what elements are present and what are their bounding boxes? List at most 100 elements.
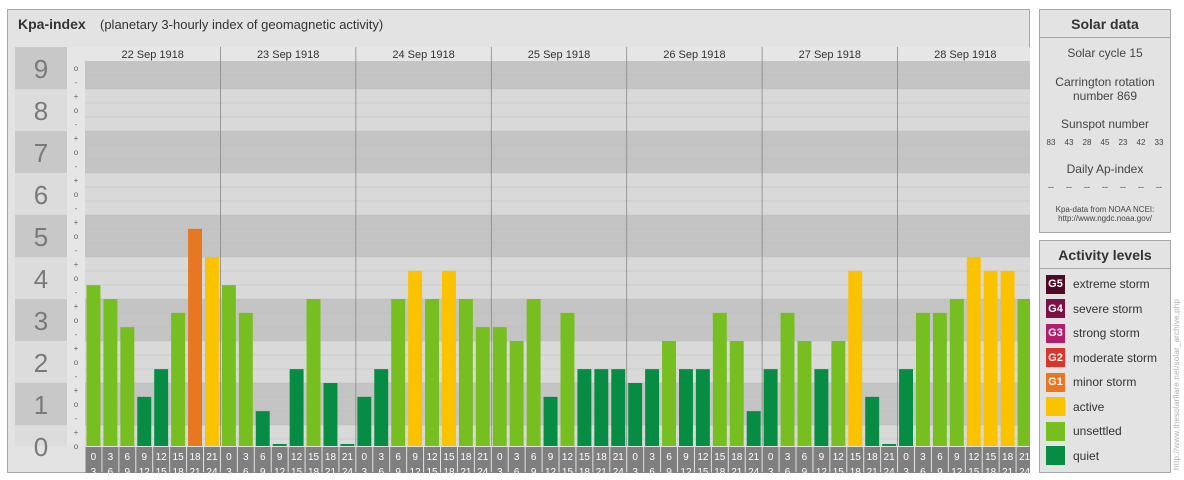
interval-end-label: 9	[937, 467, 943, 473]
y-tick-label: 9	[34, 54, 48, 84]
kp-bar	[154, 369, 169, 446]
interval-start-label: 9	[548, 452, 554, 463]
kp-bar	[408, 270, 423, 446]
interval-end-label: 18	[579, 467, 591, 473]
kp-bar	[492, 327, 507, 446]
sunspot-value: 23	[1118, 138, 1128, 147]
legend-label: unsettled	[1073, 424, 1122, 438]
y-sub-tick: -	[75, 246, 78, 255]
interval-end-label: 24	[1019, 467, 1030, 473]
interval-start-label: 15	[714, 452, 726, 463]
y-sub-tick: o	[74, 64, 79, 73]
source-note-line-2[interactable]: http://www.ngdc.noaa.gov/	[1040, 214, 1170, 224]
interval-start-label: 12	[426, 452, 438, 463]
y-sub-tick: +	[74, 428, 79, 437]
interval-end-label: 6	[514, 467, 520, 473]
interval-end-label: 18	[850, 467, 862, 473]
interval-start-label: 0	[362, 452, 368, 463]
kp-bar	[340, 444, 355, 446]
interval-end-label: 3	[903, 467, 909, 473]
interval-start-label: 0	[632, 452, 638, 463]
sunspot-value: 28	[1082, 138, 1092, 147]
kp-bar	[357, 396, 372, 446]
kp-bar	[594, 369, 609, 446]
kp-bar	[865, 396, 880, 446]
interval-end-label: 12	[410, 467, 422, 473]
legend-swatch: G5	[1046, 274, 1065, 294]
interval-end-label: 15	[426, 467, 438, 473]
interval-end-label: 9	[260, 467, 266, 473]
interval-start-label: 18	[867, 452, 879, 463]
interval-end-label: 15	[833, 467, 845, 473]
kp-bar	[628, 383, 643, 446]
legend-swatch	[1046, 446, 1065, 465]
sunspot-value: 42	[1136, 138, 1146, 147]
ap-value: --	[1102, 182, 1108, 192]
y-sub-tick: -	[75, 204, 78, 213]
interval-end-label: 12	[274, 467, 286, 473]
y-tick-label: 0	[34, 432, 48, 462]
kp-bar	[831, 341, 846, 446]
day-label: 26 Sep 1918	[663, 49, 725, 61]
interval-start-label: 9	[277, 452, 283, 463]
watermark-url: http://www.thesolarflare.net/solar_archi…	[1172, 298, 1181, 470]
interval-start-label: 6	[937, 452, 943, 463]
kp-bar	[391, 299, 406, 446]
activity-levels-title: Activity levels	[1058, 247, 1152, 263]
legend-swatch: G2	[1046, 348, 1065, 367]
interval-start-label: 6	[666, 452, 672, 463]
interval-end-label: 3	[362, 467, 368, 473]
y-sub-tick: -	[75, 78, 78, 87]
interval-end-label: 6	[649, 467, 655, 473]
legend-item: G5 extreme storm	[1046, 274, 1150, 294]
interval-start-label: 3	[378, 452, 384, 463]
interval-start-label: 9	[683, 452, 689, 463]
interval-start-label: 3	[514, 452, 520, 463]
interval-end-label: 6	[243, 467, 249, 473]
interval-start-label: 15	[443, 452, 455, 463]
interval-start-label: 3	[920, 452, 926, 463]
interval-start-label: 18	[189, 452, 201, 463]
interval-start-label: 12	[291, 452, 303, 463]
interval-end-label: 3	[632, 467, 638, 473]
interval-start-label: 12	[697, 452, 709, 463]
interval-end-label: 18	[714, 467, 726, 473]
kp-bar	[746, 411, 761, 446]
ap-value: --	[1138, 182, 1144, 192]
kp-bar	[306, 299, 321, 446]
y-sub-tick: +	[74, 92, 79, 101]
y-tick-label: 6	[34, 180, 48, 210]
interval-start-label: 15	[850, 452, 862, 463]
ap-index-values: -- -- -- -- -- -- --	[1042, 182, 1168, 192]
kp-bar	[289, 369, 304, 446]
kp-bar	[475, 327, 490, 446]
interval-start-label: 18	[596, 452, 608, 463]
interval-start-label: 18	[1002, 452, 1014, 463]
y-sub-tick: o	[74, 148, 79, 157]
kp-bar	[238, 312, 253, 446]
interval-start-label: 9	[954, 452, 960, 463]
legend-item: G3 strong storm	[1046, 323, 1140, 343]
interval-end-label: 21	[1002, 467, 1014, 473]
interval-start-label: 12	[833, 452, 845, 463]
interval-start-label: 12	[968, 452, 980, 463]
kp-bar	[425, 299, 439, 446]
legend-swatch: G3	[1046, 323, 1065, 343]
y-sub-tick: +	[74, 260, 79, 269]
interval-end-label: 15	[697, 467, 709, 473]
y-tick-label: 4	[34, 264, 48, 294]
interval-end-label: 18	[443, 467, 455, 473]
interval-start-label: 3	[243, 452, 249, 463]
interval-start-label: 6	[531, 452, 537, 463]
interval-end-label: 6	[785, 467, 791, 473]
ap-value: --	[1048, 182, 1054, 192]
day-label: 23 Sep 1918	[257, 49, 319, 61]
legend-label: minor storm	[1073, 375, 1137, 389]
interval-start-label: 6	[802, 452, 808, 463]
interval-end-label: 3	[226, 467, 232, 473]
interval-start-label: 3	[785, 452, 791, 463]
interval-end-label: 9	[395, 467, 401, 473]
kp-bar	[526, 299, 541, 446]
kp-bar	[272, 444, 287, 446]
solar-data-title: Solar data	[1071, 16, 1139, 32]
